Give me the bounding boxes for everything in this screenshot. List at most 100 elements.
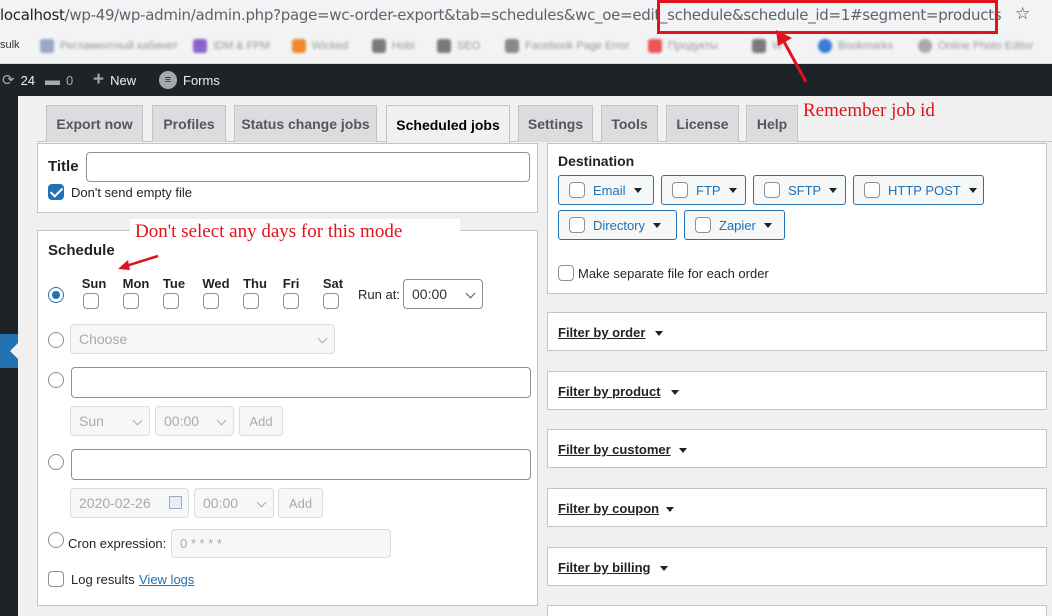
day-checkbox-sun[interactable] bbox=[83, 293, 99, 309]
run-at-select[interactable]: 00:00 bbox=[403, 279, 483, 309]
calendar-icon[interactable] bbox=[169, 496, 182, 509]
destination-directory-checkbox[interactable] bbox=[569, 217, 585, 233]
interval-choose-value: Choose bbox=[79, 331, 128, 347]
destination-ftp-button[interactable]: FTP bbox=[661, 175, 746, 205]
bookmark-star-icon[interactable]: ☆ bbox=[1015, 4, 1030, 24]
filter-by-billing-section[interactable]: Filter by billing bbox=[547, 547, 1047, 586]
tab-export-now[interactable]: Export now bbox=[46, 105, 143, 142]
destination-email-button[interactable]: Email bbox=[558, 175, 654, 205]
destination-http-post-checkbox[interactable] bbox=[864, 182, 880, 198]
filter-by-customer-label[interactable]: Filter by customer bbox=[558, 442, 671, 457]
date-value: 2020-02-26 bbox=[79, 495, 151, 511]
bookmark-item[interactable]: SEO bbox=[437, 38, 480, 54]
interval-choose-select[interactable]: Choose bbox=[70, 324, 335, 354]
schedule-mode-interval-radio[interactable] bbox=[48, 332, 64, 348]
date-time-select[interactable]: 00:00 bbox=[194, 488, 274, 518]
tab-scheduled-jobs[interactable]: Scheduled jobs bbox=[386, 105, 510, 143]
chevron-down-icon bbox=[465, 288, 476, 299]
separate-file-checkbox[interactable] bbox=[558, 265, 574, 281]
destination-sftp-label: SFTP bbox=[788, 182, 822, 198]
cron-expression-input[interactable]: 0 * * * * bbox=[171, 529, 391, 558]
schedule-mode-weekly-radio[interactable] bbox=[48, 372, 64, 388]
cron-expression-label: Cron expression: bbox=[68, 536, 167, 551]
log-results-checkbox[interactable] bbox=[48, 571, 64, 587]
date-times-input[interactable] bbox=[71, 449, 531, 480]
filter-by-order-section[interactable]: Filter by order bbox=[547, 312, 1047, 351]
date-picker-input[interactable]: 2020-02-26 bbox=[70, 488, 189, 518]
forms-item[interactable]: ≡ Forms bbox=[159, 64, 220, 96]
updates-item[interactable]: ⟳ 24 bbox=[2, 64, 35, 96]
bookmarks-bar: Регламентный кабинет IDM & FPM Wicked Ho… bbox=[0, 30, 1052, 64]
bookmark-item[interactable]: Регламентный кабинет bbox=[40, 38, 178, 54]
annotation-arrow-icon bbox=[776, 30, 808, 83]
tab-settings[interactable]: Settings bbox=[518, 105, 593, 142]
dont-send-empty-label: Don't send empty file bbox=[71, 185, 192, 200]
destination-zapier-checkbox[interactable] bbox=[695, 217, 711, 233]
day-label-mon: Mon bbox=[122, 276, 150, 291]
day-checkbox-sat[interactable] bbox=[323, 293, 339, 309]
caret-down-icon bbox=[679, 448, 687, 453]
filter-next-section[interactable] bbox=[547, 605, 1047, 616]
filter-by-product-label[interactable]: Filter by product bbox=[558, 384, 661, 399]
forms-label: Forms bbox=[183, 72, 220, 88]
destination-zapier-button[interactable]: Zapier bbox=[684, 210, 785, 240]
weekly-day-select[interactable]: Sun bbox=[70, 406, 150, 436]
schedule-mode-weekdays-radio[interactable] bbox=[48, 287, 64, 303]
day-checkbox-mon[interactable] bbox=[123, 293, 139, 309]
tab-status-change-jobs[interactable]: Status change jobs bbox=[234, 105, 377, 142]
tab-help[interactable]: Help bbox=[746, 105, 798, 142]
filter-by-product-section[interactable]: Filter by product bbox=[547, 371, 1047, 410]
bookmark-item[interactable]: IDM & FPM bbox=[193, 38, 270, 54]
destination-zapier-label: Zapier bbox=[719, 217, 756, 233]
bookmark-item[interactable]: Wicked bbox=[292, 38, 348, 54]
day-checkbox-fri[interactable] bbox=[283, 293, 299, 309]
day-label-thu: Thu bbox=[243, 276, 267, 291]
caret-down-icon bbox=[666, 507, 674, 512]
chevron-down-icon bbox=[132, 415, 143, 426]
day-checkbox-thu[interactable] bbox=[243, 293, 259, 309]
caret-down-icon bbox=[763, 222, 772, 228]
filter-by-coupon-label[interactable]: Filter by coupon bbox=[558, 501, 659, 516]
title-label: Title bbox=[48, 158, 79, 175]
filter-by-order-label[interactable]: Filter by order bbox=[558, 325, 645, 340]
dont-send-empty-checkbox[interactable] bbox=[48, 184, 64, 200]
comments-count: 0 bbox=[66, 72, 74, 88]
weekly-time-select[interactable]: 00:00 bbox=[155, 406, 234, 436]
tab-tools[interactable]: Tools bbox=[601, 105, 658, 142]
destination-email-checkbox[interactable] bbox=[569, 182, 585, 198]
chevron-down-icon bbox=[317, 333, 328, 344]
day-checkbox-tue[interactable] bbox=[163, 293, 179, 309]
view-logs-link[interactable]: View logs bbox=[139, 572, 194, 587]
destination-http-post-button[interactable]: HTTP POST bbox=[853, 175, 984, 205]
weekly-times-input[interactable] bbox=[71, 367, 531, 398]
destination-directory-button[interactable]: Directory bbox=[558, 210, 677, 240]
bookmark-partial[interactable]: sulk bbox=[0, 39, 20, 51]
new-item[interactable]: + New bbox=[93, 64, 136, 96]
bookmark-item[interactable]: Продукты bbox=[648, 38, 718, 54]
title-input[interactable] bbox=[86, 152, 530, 182]
weekly-add-button[interactable]: Add bbox=[239, 406, 283, 436]
destination-ftp-checkbox[interactable] bbox=[672, 182, 688, 198]
destination-sftp-checkbox[interactable] bbox=[764, 182, 780, 198]
day-checkbox-wed[interactable] bbox=[203, 293, 219, 309]
comments-item[interactable]: ▬ 0 bbox=[45, 64, 73, 96]
schedule-label: Schedule bbox=[48, 242, 115, 259]
tab-license[interactable]: License bbox=[666, 105, 739, 142]
filter-by-billing-label[interactable]: Filter by billing bbox=[558, 560, 650, 575]
destination-sftp-button[interactable]: SFTP bbox=[753, 175, 846, 205]
bookmark-item[interactable]: Facebook Page Error bbox=[505, 38, 630, 54]
filter-by-customer-section[interactable]: Filter by customer bbox=[547, 429, 1047, 468]
bookmark-item[interactable]: Hobi bbox=[372, 38, 415, 54]
wp-admin-bar: ⟳ 24 ▬ 0 + New ≡ Forms bbox=[0, 64, 1052, 96]
bookmark-item[interactable]: Online Photo Editor bbox=[918, 38, 1033, 54]
destination-email-label: Email bbox=[593, 182, 626, 198]
caret-down-icon bbox=[653, 222, 662, 228]
date-add-button[interactable]: Add bbox=[278, 488, 323, 518]
filter-by-coupon-section[interactable]: Filter by coupon bbox=[547, 488, 1047, 527]
day-label-tue: Tue bbox=[162, 276, 186, 291]
schedule-mode-cron-radio[interactable] bbox=[48, 532, 64, 548]
schedule-mode-date-radio[interactable] bbox=[48, 454, 64, 470]
annotation-small-arrow-icon bbox=[118, 254, 159, 270]
tab-profiles[interactable]: Profiles bbox=[152, 105, 226, 142]
bookmark-item[interactable]: Bookmarks bbox=[818, 38, 893, 54]
